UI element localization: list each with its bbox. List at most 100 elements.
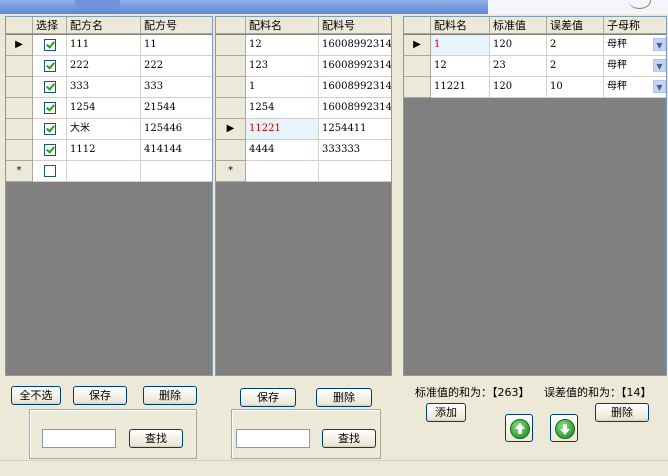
formula-code-cell[interactable]: 414144 (141, 140, 212, 161)
row-header[interactable] (6, 77, 33, 98)
row-header[interactable] (216, 98, 246, 119)
formula-search-button[interactable]: 查找 (129, 429, 183, 448)
select-checkbox[interactable] (43, 143, 56, 156)
select-checkbox[interactable] (43, 59, 56, 72)
sub-scale-dropdown[interactable]: 母秤 ▼ (604, 56, 666, 77)
table-row[interactable]: 333 333 (6, 77, 212, 98)
select-cell[interactable] (33, 140, 67, 161)
row-header[interactable] (216, 56, 246, 77)
ingredient-name-cell[interactable]: 11221 (246, 119, 319, 140)
formula-code-cell[interactable]: 21544 (141, 98, 212, 119)
ingredient-code-cell[interactable] (319, 161, 391, 182)
formula-code-cell[interactable]: 125446 (141, 119, 212, 140)
add-ingredient-button[interactable]: 添加 (426, 403, 466, 422)
select-checkbox[interactable] (43, 122, 56, 135)
table-row[interactable]: ▶ 1 120 2 母秤 ▼ (404, 35, 666, 56)
table-row[interactable]: 121600899231418 (216, 35, 391, 56)
formula-name-cell[interactable]: 111 (67, 35, 141, 56)
column-header-formula-code[interactable]: 配方号 (141, 17, 212, 34)
row-header[interactable]: * (216, 161, 246, 182)
formula-code-cell[interactable]: 333 (141, 77, 212, 98)
move-up-button[interactable] (505, 414, 533, 442)
table-row[interactable]: 222 222 (6, 56, 212, 77)
table-row[interactable]: 1112 414144 (6, 140, 212, 161)
formula-name-cell[interactable]: 1254 (67, 98, 141, 119)
ingredient-name-cell[interactable]: 12 (431, 56, 490, 77)
select-cell[interactable] (33, 56, 67, 77)
ingredient-code-cell[interactable]: 1600899231419 (319, 56, 391, 77)
table-row[interactable]: 11600899231420 (216, 77, 391, 98)
ingredient-code-cell[interactable]: 1600899231420 (319, 77, 391, 98)
select-cell[interactable] (33, 98, 67, 119)
formula-name-cell[interactable]: 222 (67, 56, 141, 77)
select-cell[interactable] (33, 35, 67, 56)
ingredient-search-button[interactable]: 查找 (322, 429, 376, 448)
formula-code-cell[interactable]: 11 (141, 35, 212, 56)
table-row[interactable]: ▶ 111 11 (6, 35, 212, 56)
deselect-all-button[interactable]: 全不选 (11, 386, 61, 405)
row-header[interactable] (404, 77, 431, 98)
formula-name-cell[interactable]: 1112 (67, 140, 141, 161)
save-formula-button[interactable]: 保存 (73, 386, 127, 405)
select-checkbox[interactable] (43, 80, 56, 93)
column-header-formula-name[interactable]: 配方名 (67, 17, 141, 34)
ingredient-name-cell[interactable] (246, 161, 319, 182)
formula-ingredient-grid[interactable]: 配料名 标准值 误差值 子母称 ▶ 1 120 2 母秤 ▼ 12 23 2 母秤 ▼ 11221 12… (403, 16, 667, 376)
error-value-cell[interactable]: 2 (547, 35, 604, 56)
row-header[interactable] (216, 77, 246, 98)
ingredient-name-cell[interactable]: 123 (246, 56, 319, 77)
row-header[interactable] (216, 35, 246, 56)
table-row[interactable]: 4444 333333 (216, 140, 391, 161)
column-header-sub-scale[interactable]: 子母称 (604, 17, 666, 34)
table-row[interactable]: 1254 21544 (6, 98, 212, 119)
row-header[interactable] (6, 119, 33, 140)
formula-name-cell[interactable]: 333 (67, 77, 141, 98)
table-row[interactable]: 12 23 2 母秤 ▼ (404, 56, 666, 77)
table-row[interactable]: * (6, 161, 212, 182)
save-ingredient-button[interactable]: 保存 (240, 388, 296, 407)
row-header[interactable] (6, 56, 33, 77)
delete-formula-button[interactable]: 删除 (143, 386, 197, 405)
table-row[interactable]: 11221 120 10 母秤 ▼ (404, 77, 666, 98)
column-header-ingredient-name[interactable]: 配料名 (246, 17, 319, 34)
select-checkbox[interactable] (43, 164, 56, 177)
chevron-down-icon[interactable]: ▼ (653, 38, 666, 51)
select-checkbox[interactable] (43, 101, 56, 114)
select-cell[interactable] (33, 161, 67, 182)
ingredient-code-cell[interactable]: 333333 (319, 140, 391, 161)
remove-ingredient-button[interactable]: 删除 (595, 403, 649, 422)
table-row[interactable]: 1231600899231419 (216, 56, 391, 77)
column-header-ingredient-name[interactable]: 配料名 (431, 17, 490, 34)
row-header[interactable] (6, 98, 33, 119)
ingredient-search-input[interactable] (236, 429, 310, 448)
ingredient-name-cell[interactable]: 11221 (431, 77, 490, 98)
chevron-down-icon[interactable]: ▼ (653, 80, 666, 93)
sub-scale-dropdown[interactable]: 母秤 ▼ (604, 35, 666, 56)
row-header[interactable]: ▶ (6, 35, 33, 56)
delete-ingredient-button[interactable]: 删除 (316, 388, 372, 407)
standard-value-cell[interactable]: 120 (490, 77, 547, 98)
ingredient-code-cell[interactable]: 1600899231409 (319, 98, 391, 119)
chevron-down-icon[interactable]: ▼ (653, 59, 666, 72)
row-header[interactable] (216, 140, 246, 161)
standard-value-cell[interactable]: 120 (490, 35, 547, 56)
table-row[interactable]: ▶ 11221 1254411 (216, 119, 391, 140)
row-header[interactable]: ▶ (216, 119, 246, 140)
table-row[interactable]: 12541600899231409 (216, 98, 391, 119)
ingredient-grid[interactable]: 配料名 配料号 12160089923141812316008992314191… (215, 16, 392, 376)
ingredient-code-cell[interactable]: 1254411 (319, 119, 391, 140)
select-cell[interactable] (33, 77, 67, 98)
ingredient-name-cell[interactable]: 1254 (246, 98, 319, 119)
error-value-cell[interactable]: 2 (547, 56, 604, 77)
row-header[interactable]: ▶ (404, 35, 431, 56)
table-row[interactable]: * (216, 161, 391, 182)
column-header-error-value[interactable]: 误差值 (547, 17, 604, 34)
row-header[interactable] (404, 56, 431, 77)
select-checkbox[interactable] (43, 38, 56, 51)
formula-code-cell[interactable]: 222 (141, 56, 212, 77)
table-row[interactable]: 大米 125446 (6, 119, 212, 140)
ingredient-name-cell[interactable]: 1 (431, 35, 490, 56)
formula-name-cell[interactable] (67, 161, 141, 182)
formula-code-cell[interactable] (141, 161, 212, 182)
formula-grid[interactable]: 选择 配方名 配方号 ▶ 111 11 222 222 333 333 1254 21544 大米… (5, 16, 213, 376)
